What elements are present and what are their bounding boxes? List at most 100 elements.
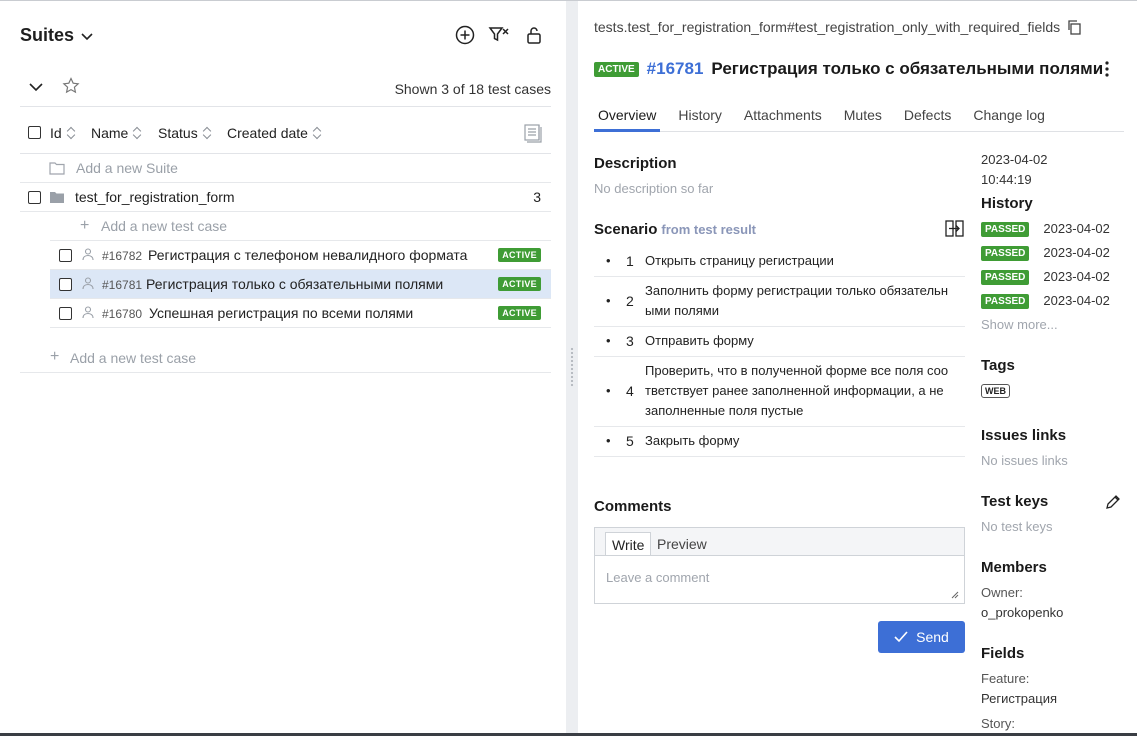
- resize-handle-icon[interactable]: [951, 591, 959, 599]
- columns-settings-icon[interactable]: [522, 121, 544, 143]
- column-created-date[interactable]: Created date: [227, 125, 321, 141]
- column-id[interactable]: Id: [50, 125, 75, 141]
- issues-heading: Issues links: [981, 427, 1067, 444]
- feature-field: Feature: Регистрация Story:: [981, 669, 1137, 733]
- fields-heading: Fields: [981, 645, 1025, 662]
- tags-heading: Tags: [981, 357, 1015, 374]
- suites-dropdown[interactable]: Suites: [20, 25, 94, 46]
- history-item[interactable]: PASSED 2023-04-02: [981, 243, 1110, 263]
- case-name: Успешная регистрация по всеми полями: [149, 305, 414, 321]
- check-icon: [894, 631, 908, 643]
- table-row-selected[interactable]: #16781 Регистрация только с обязательным…: [50, 270, 551, 299]
- step-number: 3: [626, 333, 634, 349]
- tab-history[interactable]: History: [674, 105, 726, 132]
- full-name-text: tests.test_for_registration_form#test_re…: [594, 19, 1061, 35]
- add-case-inner-row[interactable]: + Add a new test case: [50, 212, 551, 241]
- history-date: 2023-04-02: [1043, 221, 1110, 236]
- case-name: Регистрация с телефоном невалидного форм…: [148, 247, 468, 263]
- send-label: Send: [916, 629, 949, 645]
- folder-icon: [50, 192, 64, 203]
- send-button[interactable]: Send: [878, 621, 965, 653]
- tab-mutes[interactable]: Mutes: [840, 105, 886, 132]
- tab-change-log[interactable]: Change log: [969, 105, 1049, 132]
- case-id: #16780: [102, 307, 143, 321]
- suites-pane: Suites Shown 3 of 18 test cases Id Name …: [0, 1, 566, 733]
- suite-checkbox[interactable]: [28, 191, 41, 204]
- history-item[interactable]: PASSED 2023-04-02: [981, 291, 1110, 311]
- step-number: 1: [626, 253, 634, 269]
- add-suite-row[interactable]: Add a new Suite: [20, 154, 551, 183]
- row-checkbox[interactable]: [59, 307, 72, 320]
- row-checkbox[interactable]: [59, 278, 72, 291]
- tab-defects[interactable]: Defects: [900, 105, 955, 132]
- folder-outline-icon: [49, 162, 65, 175]
- table-row[interactable]: #16780 Успешная регистрация по всеми пол…: [50, 299, 551, 328]
- add-circle-icon[interactable]: [453, 23, 477, 47]
- shown-count: Shown 3 of 18 test cases: [394, 81, 551, 97]
- show-more-link[interactable]: Show more...: [981, 315, 1137, 335]
- step-text: Закрыть форму: [645, 433, 740, 448]
- filter-clear-icon[interactable]: [487, 23, 511, 47]
- scenario-source: from test result: [661, 222, 757, 237]
- members-heading: Members: [981, 559, 1047, 576]
- page-title: Регистрация только с обязательными полям…: [711, 59, 1104, 78]
- copy-icon[interactable]: [1066, 19, 1082, 35]
- case-id: #16782: [102, 249, 143, 263]
- apply-scenario-icon[interactable]: [945, 220, 965, 238]
- more-menu-icon[interactable]: [1100, 59, 1114, 79]
- sort-icon: [67, 127, 75, 139]
- scenario-step[interactable]: • 5 Закрыть форму: [594, 427, 965, 457]
- suite-name: test_for_registration_form: [75, 189, 235, 205]
- test-keys-empty: No test keys: [981, 519, 1053, 534]
- table-row[interactable]: #16782 Регистрация с телефоном невалидно…: [50, 241, 551, 270]
- sort-icon: [133, 127, 141, 139]
- row-checkbox[interactable]: [59, 249, 72, 262]
- passed-badge: PASSED: [981, 269, 1030, 285]
- scenario-step[interactable]: • 2 Заполнить форму регистрации только обя…: [594, 277, 965, 327]
- scenario-step[interactable]: • 3 Отправить форму: [594, 327, 965, 357]
- scenario-step[interactable]: • 1 Открыть страницу регистрации: [594, 247, 965, 277]
- passed-badge: PASSED: [981, 245, 1030, 261]
- collapse-all-icon[interactable]: [28, 79, 44, 95]
- step-text: Заполнить форму регистрации только обяза…: [645, 283, 949, 318]
- chevron-down-icon: [81, 32, 93, 40]
- test-case-id: #16781: [646, 59, 704, 78]
- scenario-steps: • 1 Открыть страницу регистрации • 2 Заполни…: [594, 247, 965, 457]
- history-heading: History: [981, 195, 1033, 212]
- suite-row[interactable]: test_for_registration_form 3: [20, 183, 551, 212]
- column-status[interactable]: Status: [158, 125, 211, 141]
- list-toolbar: Shown 3 of 18 test cases: [20, 71, 551, 107]
- column-created-label: Created date: [227, 125, 308, 141]
- tab-preview[interactable]: Preview: [651, 532, 713, 556]
- owner: Owner: o_prokopenko: [981, 583, 1137, 623]
- history-date: 2023-04-02: [1043, 269, 1110, 284]
- history-item[interactable]: PASSED 2023-04-02: [981, 267, 1110, 287]
- step-text: Открыть страницу регистрации: [645, 253, 834, 268]
- history-item[interactable]: PASSED 2023-04-02: [981, 219, 1110, 239]
- tags-list: WEB: [981, 381, 1137, 398]
- select-all-checkbox[interactable]: [28, 126, 41, 139]
- tag-chip[interactable]: WEB: [981, 384, 1010, 398]
- comment-placeholder: Leave a comment: [606, 570, 710, 585]
- tab-write[interactable]: Write: [605, 532, 652, 556]
- scenario-step[interactable]: • 4 Проверить, что в полученной форме все …: [594, 357, 965, 427]
- scenario-title: Scenario: [594, 221, 658, 238]
- status-badge: ACTIVE: [498, 248, 541, 262]
- column-name-label: Name: [91, 125, 129, 141]
- tab-attachments[interactable]: Attachments: [740, 105, 826, 132]
- tab-overview[interactable]: Overview: [594, 105, 661, 132]
- edit-pencil-icon[interactable]: [1105, 494, 1121, 510]
- suites-title: Suites: [20, 25, 75, 45]
- step-number: 4: [626, 383, 634, 399]
- add-case-outer-row[interactable]: + Add a new test case: [20, 343, 551, 373]
- manual-test-icon: [82, 277, 94, 290]
- unlock-icon[interactable]: [522, 23, 546, 47]
- test-case-details: tests.test_for_registration_form#test_re…: [578, 1, 1137, 733]
- pane-resizer[interactable]: [566, 1, 578, 733]
- comment-input[interactable]: Leave a comment: [595, 555, 964, 603]
- sort-icon: [313, 127, 321, 139]
- column-id-label: Id: [50, 125, 62, 141]
- column-name[interactable]: Name: [91, 125, 141, 141]
- story-label: Story:: [981, 716, 1015, 731]
- star-icon[interactable]: [61, 76, 81, 96]
